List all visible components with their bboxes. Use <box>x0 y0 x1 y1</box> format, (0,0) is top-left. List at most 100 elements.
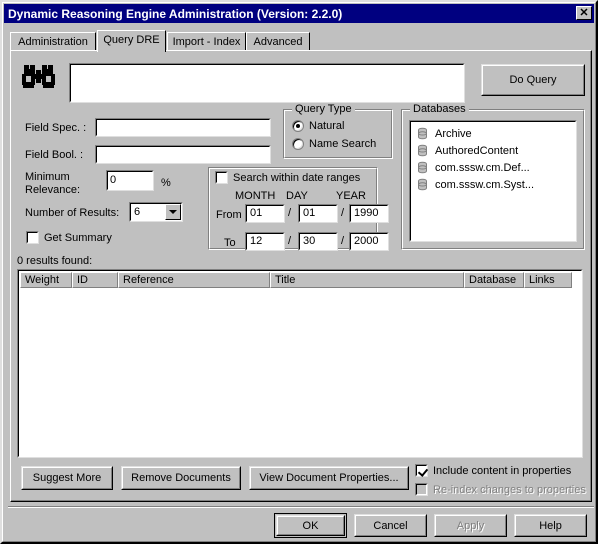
tab-query-dre[interactable]: Query DRE <box>97 30 166 52</box>
bottom-divider <box>8 506 594 508</box>
column-header-reference[interactable]: Reference <box>118 272 270 288</box>
binoculars-icon <box>21 63 57 91</box>
num-results-label: Number of Results: <box>25 207 120 219</box>
list-item-label: com.sssw.cm.Def... <box>435 161 530 174</box>
get-summary-label: Get Summary <box>44 231 112 244</box>
include-content-label: Include content in properties <box>433 464 572 477</box>
column-header-database[interactable]: Database <box>464 272 524 288</box>
field-spec-label: Field Spec. : <box>25 122 87 134</box>
list-item[interactable]: com.sssw.cm.Syst... <box>413 176 573 193</box>
date-header-month: MONTH <box>235 190 276 202</box>
view-document-properties-button[interactable]: View Document Properties... <box>249 466 409 490</box>
field-spec-input[interactable] <box>95 118 271 137</box>
radio-name-search-label: Name Search <box>309 138 377 150</box>
from-year-input[interactable]: 1990 <box>349 204 389 223</box>
tab-label: Advanced <box>253 36 303 48</box>
results-listview[interactable]: Weight ID Reference Title Database Links <box>17 269 583 458</box>
query-type-group: Query Type <box>283 103 393 159</box>
suggest-more-button[interactable]: Suggest More <box>21 466 113 490</box>
tab-strip: Administration Query DRE Import - Index … <box>10 30 592 52</box>
tab-panel-query-dre: Do Query Field Spec. : Field Bool. : Min… <box>10 50 592 502</box>
column-header-weight[interactable]: Weight <box>20 272 72 288</box>
ok-button[interactable]: OK <box>274 513 347 538</box>
search-date-range-label: Search within date ranges <box>233 171 361 184</box>
title-bar[interactable]: Dynamic Reasoning Engine Administration … <box>4 4 594 23</box>
radio-name-search[interactable]: Name Search <box>292 138 376 150</box>
to-day-value[interactable]: 30 <box>299 233 337 250</box>
view-properties-label: View Document Properties... <box>259 472 399 484</box>
apply-button: Apply <box>434 514 507 537</box>
get-summary-checkbox[interactable]: Get Summary <box>26 231 112 244</box>
tab-administration[interactable]: Administration <box>10 32 96 51</box>
date-separator: / <box>341 207 345 219</box>
remove-documents-button[interactable]: Remove Documents <box>121 466 241 490</box>
query-input-text[interactable] <box>71 65 463 67</box>
remove-documents-label: Remove Documents <box>131 472 231 484</box>
min-relevance-input[interactable]: 0 <box>106 170 154 191</box>
date-separator: / <box>288 235 292 247</box>
tab-label: Query DRE <box>103 34 160 46</box>
column-header-title[interactable]: Title <box>270 272 464 288</box>
from-day-value[interactable]: 01 <box>299 205 337 222</box>
list-item[interactable]: com.sssw.cm.Def... <box>413 159 573 176</box>
checkbox-box <box>415 483 428 496</box>
list-item-label: Archive <box>435 127 472 140</box>
column-header-id[interactable]: ID <box>72 272 118 288</box>
cancel-label: Cancel <box>373 519 408 532</box>
field-bool-input[interactable] <box>95 145 271 164</box>
checkbox-box <box>26 231 39 244</box>
to-year-input[interactable]: 2000 <box>349 232 389 251</box>
field-bool-value[interactable] <box>97 147 269 149</box>
list-item[interactable]: AuthoredContent <box>413 142 573 159</box>
min-relevance-label-line2: Relevance: <box>25 184 81 196</box>
radio-circle <box>292 120 304 132</box>
to-year-value[interactable]: 2000 <box>350 233 388 250</box>
list-item[interactable]: Archive <box>413 125 573 142</box>
do-query-button[interactable]: Do Query <box>481 64 585 96</box>
list-item-label: com.sssw.cm.Syst... <box>435 178 535 191</box>
window-title: Dynamic Reasoning Engine Administration … <box>8 6 343 21</box>
date-header-day: DAY <box>286 190 308 202</box>
apply-label: Apply <box>456 519 485 532</box>
databases-title: Databases <box>410 103 469 115</box>
close-button[interactable]: ✕ <box>576 6 592 20</box>
column-header-links[interactable]: Links <box>524 272 572 288</box>
checkbox-box <box>415 464 428 477</box>
tab-label: Administration <box>18 36 88 48</box>
date-separator: / <box>341 235 345 247</box>
chevron-down-icon[interactable] <box>165 204 181 220</box>
field-spec-value[interactable] <box>97 120 269 122</box>
from-month-input[interactable]: 01 <box>245 204 285 223</box>
help-button[interactable]: Help <box>514 514 587 537</box>
date-from-label: From <box>216 209 242 221</box>
reindex-changes-checkbox: Re-index changes to properties <box>415 483 586 496</box>
from-month-value[interactable]: 01 <box>246 205 284 222</box>
percent-symbol: % <box>161 177 171 189</box>
to-month-input[interactable]: 12 <box>245 232 285 251</box>
from-year-value[interactable]: 1990 <box>350 205 388 222</box>
database-icon <box>416 127 429 140</box>
field-bool-label: Field Bool. : <box>25 149 84 161</box>
date-to-label: To <box>224 237 236 249</box>
tab-import-index[interactable]: Import - Index <box>167 32 246 51</box>
tab-advanced[interactable]: Advanced <box>246 32 310 51</box>
from-day-input[interactable]: 01 <box>298 204 338 223</box>
to-day-input[interactable]: 30 <box>298 232 338 251</box>
close-icon: ✕ <box>579 7 589 19</box>
radio-natural-label: Natural <box>309 120 345 132</box>
min-relevance-value[interactable]: 0 <box>108 172 152 188</box>
do-query-label: Do Query <box>509 74 557 86</box>
query-input[interactable] <box>69 63 465 103</box>
radio-circle <box>292 138 304 150</box>
search-date-range-checkbox[interactable]: Search within date ranges <box>215 171 360 184</box>
include-content-checkbox[interactable]: Include content in properties <box>415 464 571 477</box>
date-separator: / <box>288 207 292 219</box>
cancel-button[interactable]: Cancel <box>354 514 427 537</box>
database-icon <box>416 161 429 174</box>
results-status: 0 results found: <box>17 255 93 267</box>
to-month-value[interactable]: 12 <box>246 233 284 250</box>
databases-listbox[interactable]: Archive AuthoredContent com.sssw.cm.Def.… <box>409 120 577 242</box>
ok-label: OK <box>302 519 319 532</box>
num-results-combo[interactable]: 6 <box>129 202 183 222</box>
radio-natural[interactable]: Natural <box>292 120 344 132</box>
